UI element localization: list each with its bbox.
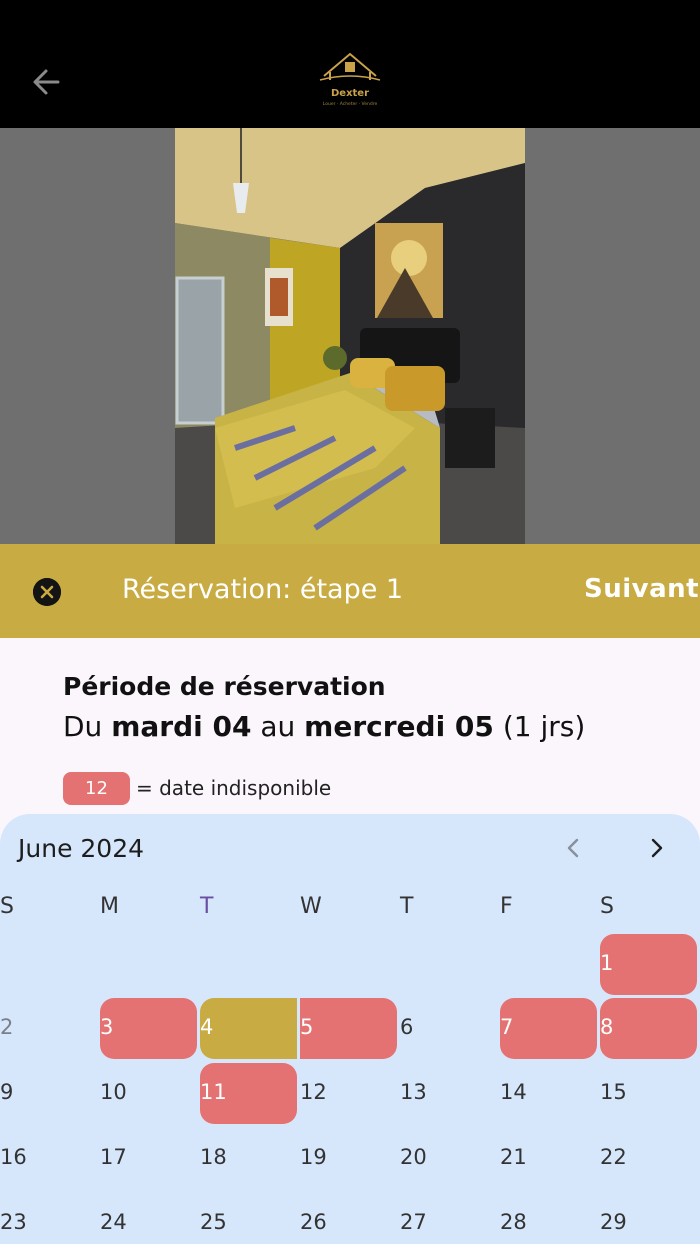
chevron-left-icon[interactable]	[560, 834, 586, 862]
weekday-label: F	[500, 894, 513, 919]
period-duration: (1 jrs)	[502, 710, 586, 743]
day-highlight	[500, 998, 597, 1059]
day-number: 5	[300, 1015, 314, 1039]
calendar-day-13[interactable]: 13	[400, 1063, 497, 1124]
calendar-day-7[interactable]: 7	[500, 998, 597, 1059]
day-number: 3	[100, 1015, 114, 1039]
close-circle-icon[interactable]	[33, 578, 61, 606]
day-highlight	[100, 998, 197, 1059]
date-picker-calendar: June 2024 SMTWTFS 1 2 3 4 5 6 7 8 9 10 11 12 13 14 15 1…	[0, 814, 700, 1244]
period-middle: au	[260, 710, 296, 743]
day-number: 9	[0, 1080, 14, 1104]
day-number: 1	[600, 951, 614, 975]
weekday-label: W	[300, 894, 322, 919]
day-number: 28	[500, 1210, 527, 1234]
calendar-day-26[interactable]: 26	[300, 1193, 397, 1244]
app-header: Dexter Louer · Acheter · Vendre	[0, 0, 700, 128]
day-highlight	[400, 998, 497, 1059]
calendar-day-9[interactable]: 9	[0, 1063, 97, 1124]
period-title: Période de réservation	[63, 672, 386, 701]
day-highlight	[600, 934, 697, 995]
day-number: 25	[200, 1210, 227, 1234]
day-number: 23	[0, 1210, 27, 1234]
day-number: 11	[200, 1080, 227, 1104]
weekday-label: S	[600, 894, 614, 919]
calendar-day-10[interactable]: 10	[100, 1063, 197, 1124]
unavailable-legend-text: = date indisponible	[136, 776, 332, 800]
weekday-label: S	[0, 894, 14, 919]
day-number: 6	[400, 1015, 414, 1039]
day-number: 13	[400, 1080, 427, 1104]
day-number: 24	[100, 1210, 127, 1234]
day-number: 2	[0, 1015, 14, 1039]
calendar-day-4[interactable]: 4	[200, 998, 297, 1059]
calendar-day-14[interactable]: 14	[500, 1063, 597, 1124]
day-number: 8	[600, 1015, 614, 1039]
calendar-day-2[interactable]: 2	[0, 998, 97, 1059]
day-number: 17	[100, 1145, 127, 1169]
day-number: 18	[200, 1145, 227, 1169]
calendar-day-21[interactable]: 21	[500, 1128, 597, 1189]
listing-photo-area	[0, 128, 700, 544]
step-title: Réservation: étape 1	[122, 574, 404, 605]
calendar-day-28[interactable]: 28	[500, 1193, 597, 1244]
svg-text:Louer · Acheter · Vendre: Louer · Acheter · Vendre	[323, 101, 378, 107]
calendar-day-5[interactable]: 5	[300, 998, 397, 1059]
svg-text:Dexter: Dexter	[331, 88, 369, 99]
day-number: 19	[300, 1145, 327, 1169]
period-start: mardi 04	[111, 710, 252, 743]
arrow-left-icon[interactable]	[28, 62, 68, 102]
calendar-day-27[interactable]: 27	[400, 1193, 497, 1244]
period-prefix: Du	[63, 710, 103, 743]
calendar-day-6[interactable]: 6	[400, 998, 497, 1059]
period-end: mercredi 05	[304, 710, 494, 743]
calendar-day-25[interactable]: 25	[200, 1193, 297, 1244]
day-highlight	[600, 998, 697, 1059]
next-button[interactable]: Suivant	[584, 574, 699, 604]
dexter-logo: Dexter Louer · Acheter · Vendre	[316, 50, 384, 110]
day-number: 26	[300, 1210, 327, 1234]
day-number: 20	[400, 1145, 427, 1169]
day-number: 21	[500, 1145, 527, 1169]
calendar-day-19[interactable]: 19	[300, 1128, 397, 1189]
day-number: 14	[500, 1080, 527, 1104]
day-number: 4	[200, 1015, 214, 1039]
chevron-right-icon[interactable]	[644, 834, 670, 862]
calendar-day-11[interactable]: 11	[200, 1063, 297, 1124]
day-highlight	[300, 998, 397, 1059]
calendar-day-3[interactable]: 3	[100, 998, 197, 1059]
day-number: 27	[400, 1210, 427, 1234]
weekday-label: T	[400, 894, 414, 919]
weekday-label: T	[200, 894, 214, 919]
day-highlight	[0, 1063, 97, 1124]
calendar-day-22[interactable]: 22	[600, 1128, 697, 1189]
calendar-day-20[interactable]: 20	[400, 1128, 497, 1189]
calendar-month-label[interactable]: June 2024	[18, 834, 144, 863]
day-number: 12	[300, 1080, 327, 1104]
day-number: 29	[600, 1210, 627, 1234]
bedroom-photo[interactable]	[175, 128, 525, 544]
day-number: 15	[600, 1080, 627, 1104]
calendar-day-17[interactable]: 17	[100, 1128, 197, 1189]
unavailable-legend-chip: 12	[63, 772, 130, 805]
calendar-day-18[interactable]: 18	[200, 1128, 297, 1189]
period-summary: Du mardi 04 au mercredi 05 (1 jrs)	[63, 710, 585, 743]
weekday-label: M	[100, 894, 119, 919]
day-number: 22	[600, 1145, 627, 1169]
calendar-day-12[interactable]: 12	[300, 1063, 397, 1124]
calendar-day-8[interactable]: 8	[600, 998, 697, 1059]
calendar-day-16[interactable]: 16	[0, 1128, 97, 1189]
day-highlight	[200, 998, 297, 1059]
day-number: 16	[0, 1145, 27, 1169]
calendar-day-23[interactable]: 23	[0, 1193, 97, 1244]
calendar-day-29[interactable]: 29	[600, 1193, 697, 1244]
day-highlight	[0, 998, 97, 1059]
day-number: 10	[100, 1080, 127, 1104]
day-number: 7	[500, 1015, 514, 1039]
calendar-day-15[interactable]: 15	[600, 1063, 697, 1124]
calendar-day-24[interactable]: 24	[100, 1193, 197, 1244]
calendar-day-1[interactable]: 1	[600, 934, 697, 995]
